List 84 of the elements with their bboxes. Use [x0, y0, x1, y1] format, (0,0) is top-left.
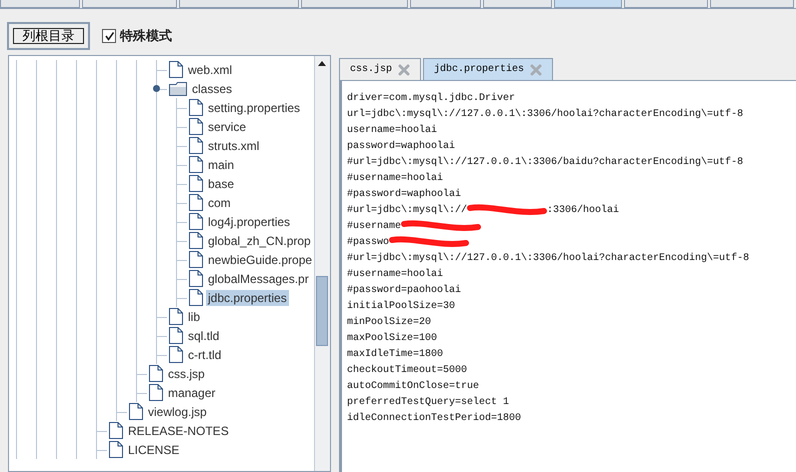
- tree-item[interactable]: lib: [186, 308, 202, 324]
- file-icon: [189, 194, 203, 211]
- file-icon: [189, 270, 203, 287]
- tree-item[interactable]: com: [206, 194, 233, 210]
- tab[interactable]: [301, 0, 408, 8]
- editor-tab[interactable]: css.jsp: [339, 58, 422, 80]
- code-line: minPoolSize=20: [347, 316, 432, 328]
- tab[interactable]: [0, 0, 80, 8]
- code-line: #url=jdbc\:mysql\://127.0.0.1\:3306/hoolai?characterEncoding\=utf-8: [347, 252, 750, 264]
- file-icon: [149, 384, 163, 401]
- tree-item[interactable]: sql.tld: [186, 328, 222, 344]
- file-icon: [189, 99, 203, 116]
- tree-item[interactable]: global_zh_CN.prop: [206, 232, 313, 248]
- file-icon: [109, 441, 123, 458]
- tree-item[interactable]: web.xml: [186, 62, 234, 78]
- tree-item[interactable]: setting.properties: [206, 100, 302, 116]
- tree-item[interactable]: main: [206, 156, 236, 172]
- scrollbar[interactable]: [314, 56, 330, 471]
- file-icon: [189, 213, 203, 230]
- file-icon: [189, 289, 203, 306]
- code-line: #username: [347, 220, 402, 232]
- list-root-button[interactable]: 列根目录: [7, 22, 90, 50]
- tree-item[interactable]: struts.xml: [206, 138, 262, 154]
- file-icon: [169, 327, 183, 344]
- file-icon: [189, 137, 203, 154]
- file-icon: [109, 422, 123, 439]
- tree-item[interactable]: LICENSE: [126, 442, 182, 458]
- code-line: #password=paohoolai: [347, 284, 462, 296]
- tab[interactable]: [710, 0, 794, 8]
- tree-item[interactable]: viewlog.jsp: [146, 404, 209, 420]
- tab[interactable]: [82, 0, 177, 8]
- tree-item[interactable]: base: [206, 176, 236, 192]
- code-line: #url=jdbc\:mysql\://127.0.0.1\:3306/baidu?characterEncoding\=utf-8: [347, 156, 744, 168]
- code-line: username=hoolai: [347, 124, 438, 136]
- code-line: initialPoolSize=30: [347, 300, 456, 312]
- code-line: #password=waphoolai: [347, 188, 462, 200]
- tree-item[interactable]: classes: [190, 80, 234, 96]
- tree-item[interactable]: c-rt.tld: [186, 346, 224, 362]
- code-line: idleConnectionTestPeriod=1800: [347, 412, 522, 424]
- code-line: preferredTestQuery=select 1: [347, 396, 510, 408]
- code-line: #url=jdbc\:mysql\://: [347, 204, 468, 216]
- code-line: maxIdleTime=1800: [347, 348, 444, 360]
- file-icon: [149, 365, 163, 382]
- code-line: url=jdbc\:mysql\://127.0.0.1\:3306/hoolai?characterEncoding\=utf-8: [347, 108, 744, 120]
- code-line: :3306/hoolai: [547, 204, 620, 216]
- tree-item[interactable]: RELEASE-NOTES: [126, 422, 231, 438]
- file-icon: [189, 156, 203, 173]
- tree-item[interactable]: log4j.properties: [206, 214, 292, 230]
- tree-item[interactable]: css.jsp: [166, 366, 207, 382]
- code-line: driver=com.mysql.jdbc.Driver: [347, 92, 516, 104]
- file-icon: [169, 346, 183, 363]
- tree-item[interactable]: jdbc.properties: [206, 290, 289, 306]
- scroll-thumb[interactable]: [316, 276, 328, 346]
- tree-item[interactable]: newbieGuide.prope: [206, 252, 314, 268]
- file-icon: [129, 403, 143, 420]
- file-icon: [189, 118, 203, 135]
- tab[interactable]: [178, 0, 300, 8]
- editor-tab[interactable]: jdbc.properties: [423, 58, 554, 80]
- tree-item[interactable]: globalMessages.pr: [206, 270, 311, 286]
- tab[interactable]: [410, 0, 482, 8]
- code-line: #passwo: [347, 236, 390, 248]
- expand-handle-icon[interactable]: [153, 85, 160, 92]
- tab[interactable]: [483, 0, 552, 8]
- file-icon: [189, 175, 203, 192]
- code-line: checkoutTimeout=5000: [347, 364, 468, 376]
- code-line: maxPoolSize=100: [347, 332, 438, 344]
- code-line: #username=hoolai: [347, 172, 444, 184]
- file-icon: [169, 308, 183, 325]
- code-line: autoCommitOnClose=true: [347, 380, 480, 392]
- tree-item[interactable]: service: [206, 118, 248, 134]
- code-line: #username=hoolai: [347, 268, 444, 280]
- text-editor[interactable]: [339, 81, 796, 472]
- scroll-up-icon[interactable]: [318, 61, 326, 66]
- file-icon: [189, 251, 203, 268]
- code-line: password=waphoolai: [347, 140, 456, 152]
- tab[interactable]: [624, 0, 708, 8]
- close-icon[interactable]: [530, 64, 542, 76]
- file-icon: [169, 61, 183, 78]
- close-icon[interactable]: [398, 64, 410, 76]
- checkbox[interactable]: [102, 29, 116, 43]
- file-icon: [189, 232, 203, 249]
- tree-item[interactable]: manager: [166, 384, 218, 400]
- checkbox-label: 特殊模式: [120, 28, 172, 45]
- tab[interactable]: [554, 0, 622, 8]
